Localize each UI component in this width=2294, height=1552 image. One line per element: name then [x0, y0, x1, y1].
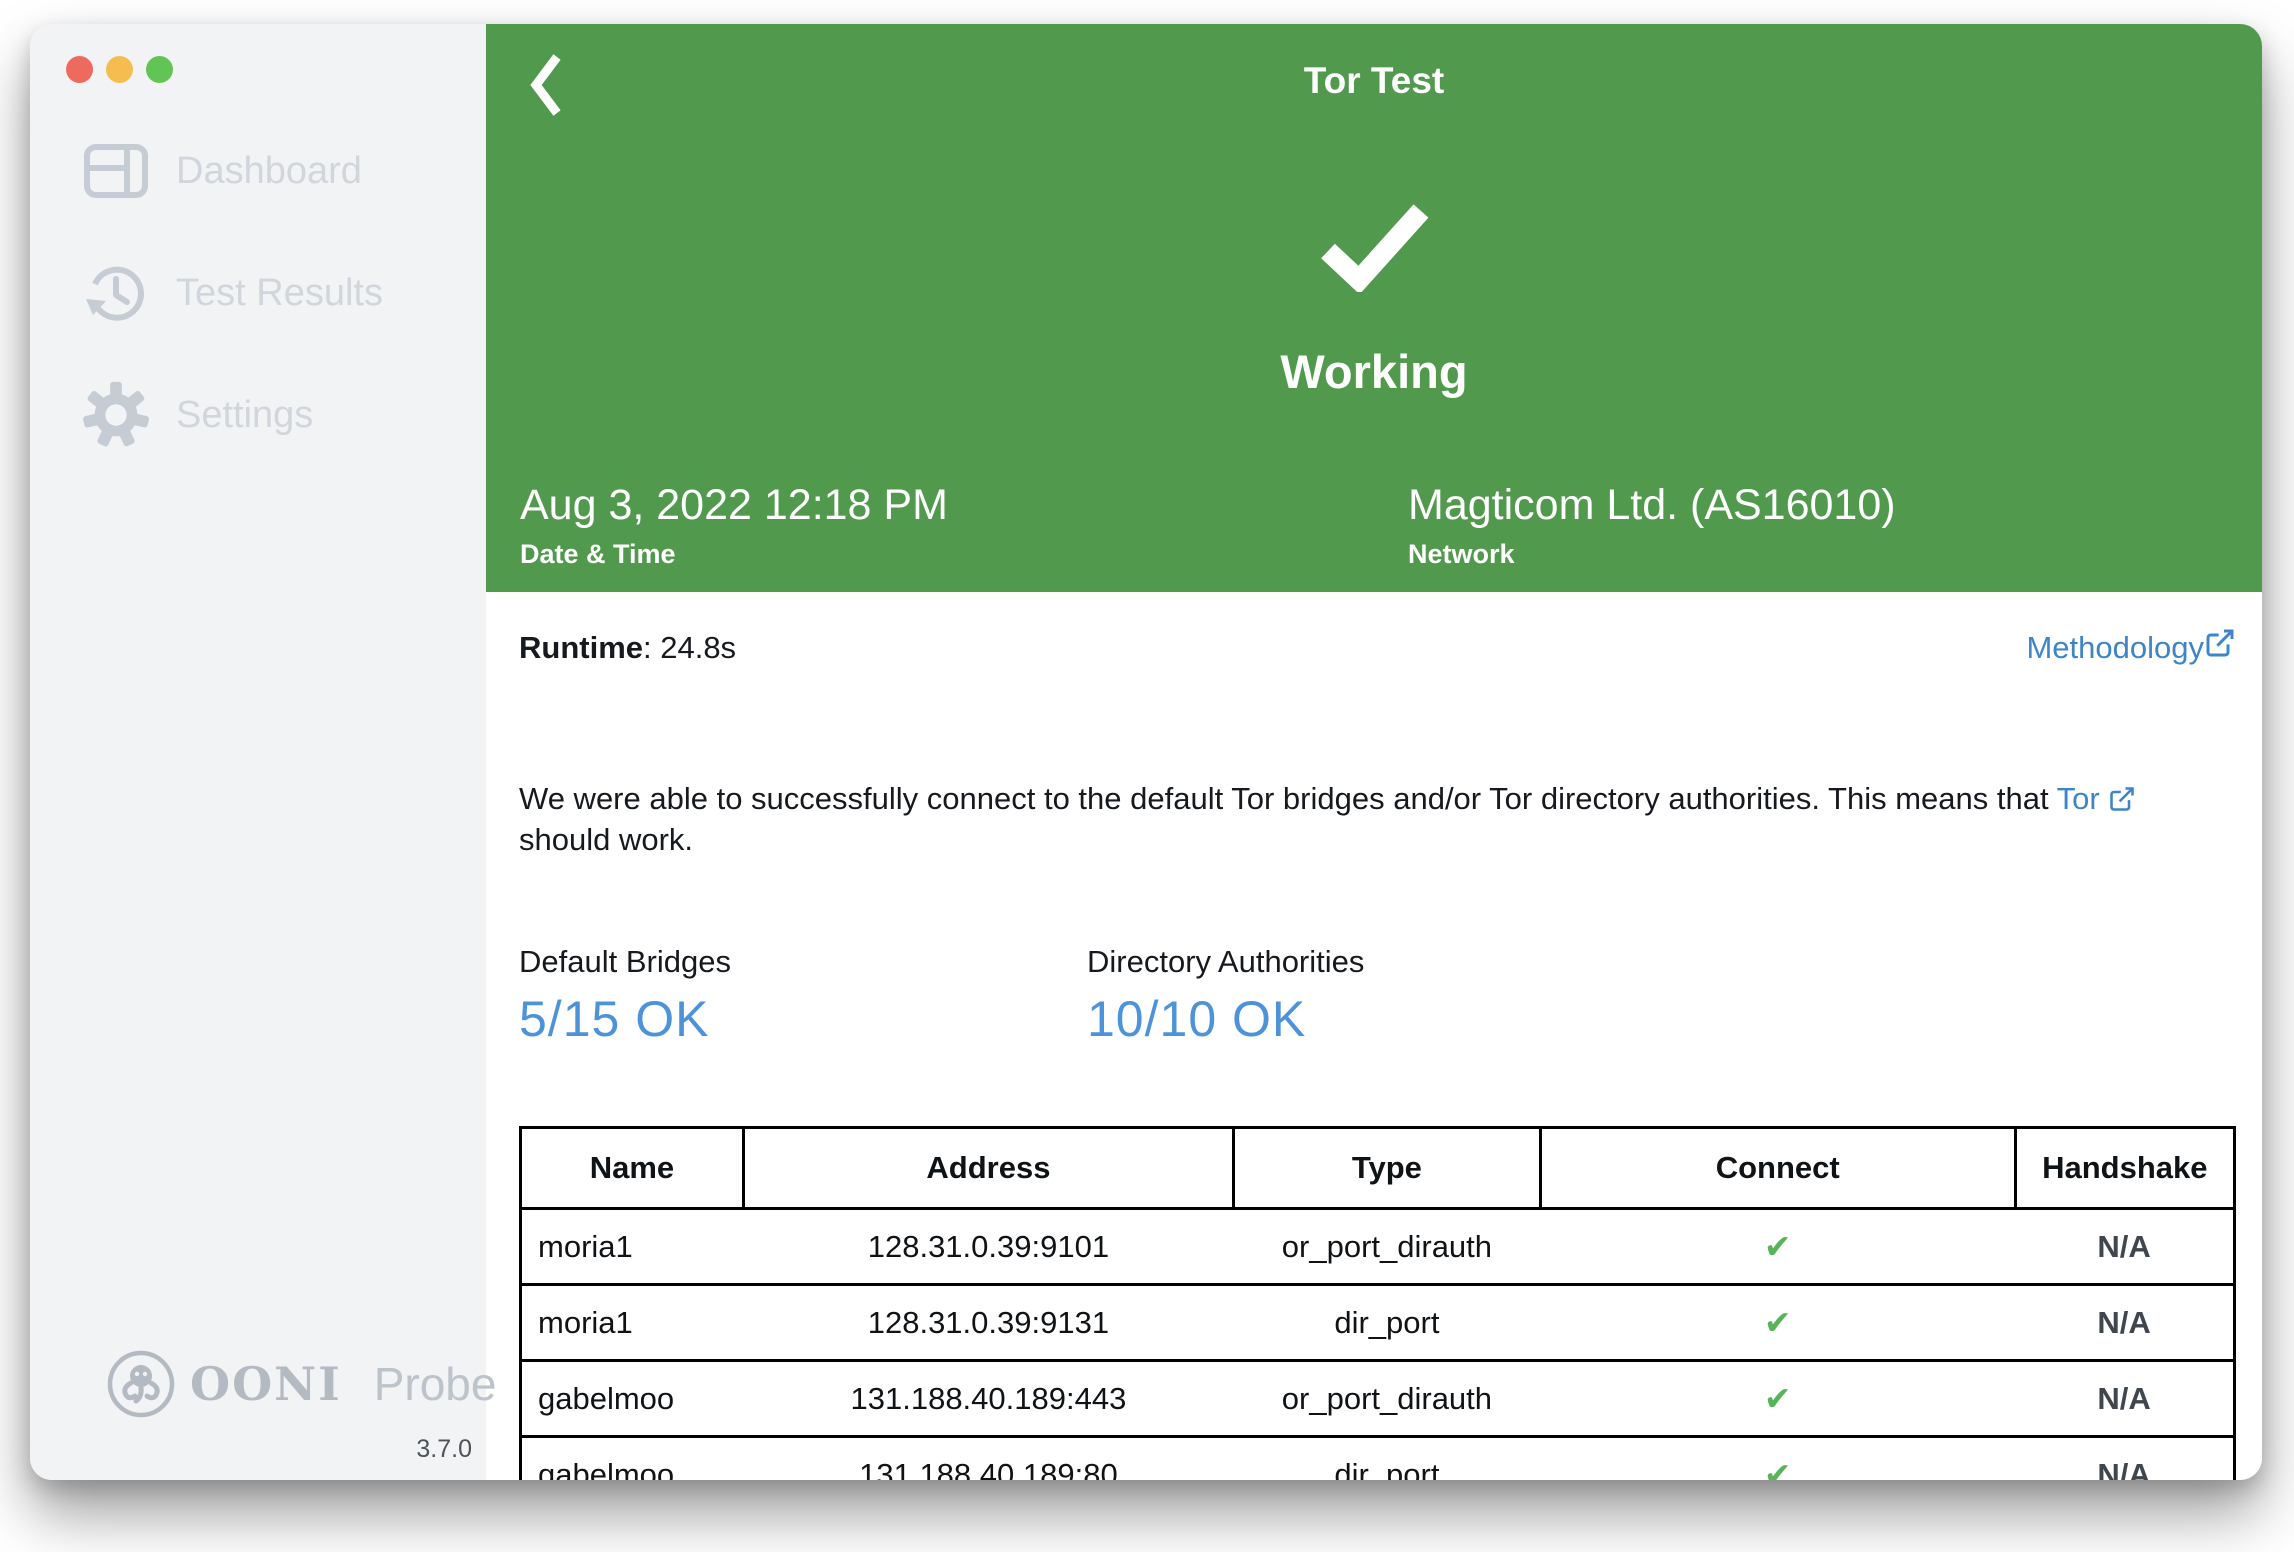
- results-table: Name Address Type Connect Handshake mori…: [519, 1126, 2237, 1480]
- network-label: Network: [1408, 539, 1515, 569]
- column-header-type: Type: [1232, 1126, 1542, 1210]
- sidebar-nav: Dashboard Test Results Settings: [30, 110, 486, 476]
- external-link-icon: [2204, 627, 2236, 659]
- cell-connect: ✔: [1540, 1359, 2016, 1437]
- brand-wordmark: OONI: [190, 1357, 342, 1411]
- sidebar-item-settings[interactable]: Settings: [30, 354, 486, 476]
- table-row: gabelmoo 131.188.40.189:80 dir_port ✔ N/…: [520, 1435, 2235, 1480]
- product-wordmark: Probe: [373, 1358, 497, 1410]
- stat-value: 10/10 OK: [1087, 991, 1307, 1047]
- tor-link[interactable]: Tor: [2057, 781, 2100, 816]
- runtime-row: Runtime: 24.8s Methodology: [519, 627, 2236, 666]
- app-window: Dashboard Test Results Settings OONI Pro…: [30, 24, 2262, 1480]
- methodology-link[interactable]: Methodology: [2026, 627, 2236, 666]
- cell-type: dir_port: [1233, 1435, 1541, 1480]
- cell-type: or_port_dirauth: [1233, 1359, 1541, 1437]
- datetime-value: Aug 3, 2022 12:18 PM: [520, 481, 948, 529]
- page-title: Tor Test: [1303, 60, 1445, 101]
- connect-ok-icon: ✔: [1763, 1304, 1792, 1341]
- cell-address: 131.188.40.189:80: [743, 1435, 1234, 1480]
- datetime-label: Date & Time: [520, 539, 676, 569]
- sidebar-item-test-results[interactable]: Test Results: [30, 232, 486, 354]
- column-header-handshake: Handshake: [2013, 1126, 2237, 1210]
- stat-label: Directory Authorities: [1087, 944, 1365, 979]
- cell-name: gabelmoo: [520, 1435, 744, 1480]
- gear-icon: [80, 379, 152, 451]
- cell-address: 128.31.0.39:9101: [743, 1207, 1234, 1285]
- table-row: moria1 128.31.0.39:9101 or_port_dirauth …: [520, 1207, 2235, 1285]
- cell-handshake: N/A: [2015, 1359, 2235, 1437]
- column-header-name: Name: [519, 1126, 745, 1210]
- stat-directory-authorities: Directory Authorities 10/10 OK: [1087, 944, 1364, 1048]
- close-window-button[interactable]: [66, 56, 93, 83]
- connect-ok-icon: ✔: [1763, 1380, 1792, 1417]
- cell-address: 128.31.0.39:9131: [743, 1283, 1234, 1361]
- hero-meta: Aug 3, 2022 12:18 PM Date & Time Magtico…: [486, 481, 2262, 570]
- network-block: Magticom Ltd. (AS16010) Network: [1374, 481, 2262, 570]
- sidebar: Dashboard Test Results Settings OONI Pro…: [30, 24, 496, 1480]
- window-controls: [66, 56, 173, 83]
- dashboard-icon: [80, 135, 152, 207]
- external-link-icon: [2108, 785, 2136, 813]
- result-details: Runtime: 24.8s Methodology We were able …: [486, 592, 2262, 1480]
- cell-connect: ✔: [1540, 1435, 2016, 1480]
- connect-ok-icon: ✔: [1763, 1456, 1792, 1480]
- description-text: We were able to successfully connect to …: [519, 781, 2057, 816]
- cell-name: moria1: [520, 1283, 744, 1361]
- column-header-connect: Connect: [1538, 1126, 2017, 1210]
- stat-label: Default Bridges: [519, 944, 731, 979]
- result-description: We were able to successfully connect to …: [519, 778, 2236, 860]
- cell-handshake: N/A: [2015, 1283, 2235, 1361]
- zoom-window-button[interactable]: [146, 56, 173, 83]
- column-header-address: Address: [741, 1126, 1236, 1210]
- result-hero: Tor Test Working Aug 3, 2022 12:18 PM Da…: [486, 24, 2262, 592]
- cell-type: dir_port: [1233, 1283, 1541, 1361]
- cell-address: 131.188.40.189:443: [743, 1359, 1234, 1437]
- ooni-octopus-icon: [106, 1349, 176, 1419]
- table-row: gabelmoo 131.188.40.189:443 or_port_dira…: [520, 1359, 2235, 1437]
- stat-default-bridges: Default Bridges 5/15 OK: [519, 944, 1087, 1048]
- sidebar-item-label: Dashboard: [176, 149, 362, 192]
- table-row: moria1 128.31.0.39:9131 dir_port ✔ N/A: [520, 1283, 2235, 1361]
- network-value: Magticom Ltd. (AS16010): [1408, 481, 1896, 529]
- sidebar-item-label: Test Results: [176, 271, 383, 314]
- cell-type: or_port_dirauth: [1233, 1207, 1541, 1285]
- status-text: Working: [1280, 345, 1468, 398]
- app-logo-area: OONI Probe 3.7.0: [106, 1349, 496, 1464]
- sidebar-item-dashboard[interactable]: Dashboard: [30, 110, 486, 232]
- cell-handshake: N/A: [2015, 1207, 2235, 1285]
- runtime-value: : 24.8s: [643, 630, 737, 665]
- datetime-block: Aug 3, 2022 12:18 PM Date & Time: [486, 481, 1374, 570]
- cell-name: moria1: [520, 1207, 744, 1285]
- description-text: should work.: [519, 822, 694, 857]
- app-logo: OONI Probe: [106, 1349, 496, 1419]
- runtime-text: Runtime: 24.8s: [519, 630, 736, 666]
- stat-value: 5/15 OK: [519, 991, 710, 1047]
- cell-handshake: N/A: [2015, 1435, 2235, 1480]
- minimize-window-button[interactable]: [106, 56, 133, 83]
- app-version: 3.7.0: [416, 1435, 472, 1463]
- methodology-label: Methodology: [2026, 630, 2204, 665]
- cell-name: gabelmoo: [520, 1359, 744, 1437]
- success-check-icon: [486, 204, 2262, 292]
- table-header-row: Name Address Type Connect Handshake: [519, 1126, 2237, 1210]
- cell-connect: ✔: [1540, 1283, 2016, 1361]
- connect-ok-icon: ✔: [1763, 1228, 1792, 1265]
- sidebar-item-label: Settings: [176, 393, 314, 436]
- main-panel: Tor Test Working Aug 3, 2022 12:18 PM Da…: [486, 24, 2262, 1480]
- cell-connect: ✔: [1540, 1207, 2016, 1285]
- history-icon: [80, 257, 152, 329]
- stats-row: Default Bridges 5/15 OK Directory Author…: [519, 944, 2236, 1048]
- runtime-label: Runtime: [519, 630, 643, 665]
